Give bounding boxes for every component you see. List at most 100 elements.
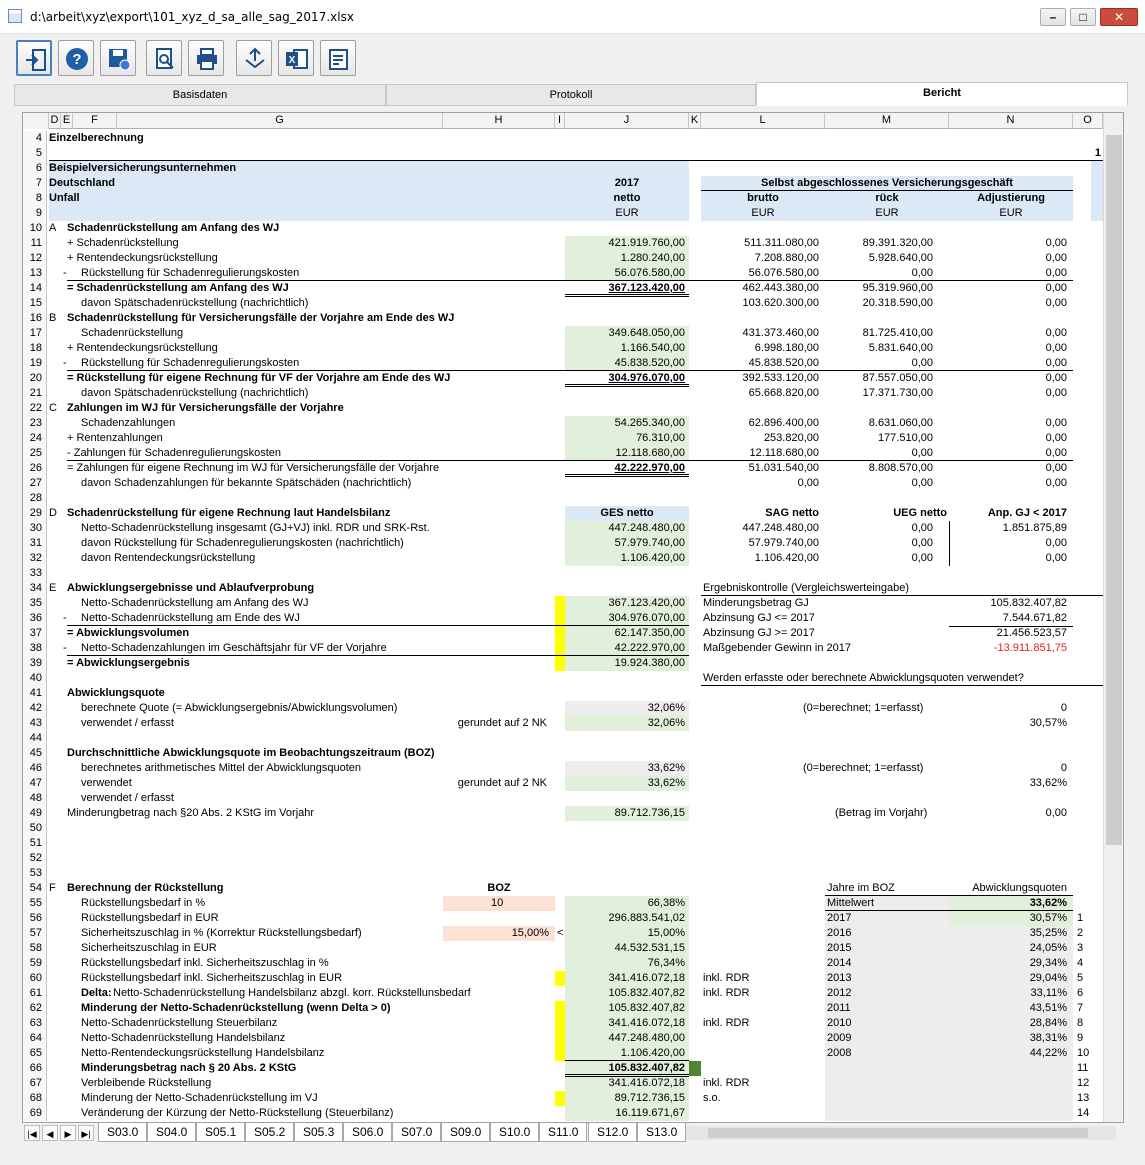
cell[interactable]: davon Spätschadenrückstellung (nachricht…: [81, 386, 551, 401]
cell[interactable]: 0,00: [949, 236, 1073, 251]
cell[interactable]: EUR: [701, 206, 825, 221]
cell[interactable]: Durchschnittliche Abwicklungsquote im Be…: [67, 746, 567, 761]
sheet-tab[interactable]: S06.0: [343, 1123, 393, 1142]
cell[interactable]: 447.248.480,00: [565, 521, 689, 536]
cell[interactable]: Netto-Schadenrückstellung Handelsbilanz: [81, 1031, 551, 1046]
report-button[interactable]: [320, 40, 356, 76]
cell[interactable]: davon Rückstellung für Schadenregulierun…: [81, 536, 551, 551]
cell[interactable]: 2009: [827, 1031, 947, 1046]
row-header[interactable]: 61: [23, 986, 47, 1001]
cell[interactable]: Schadenrückstellung: [81, 326, 551, 341]
cell[interactable]: 66,38%: [565, 896, 689, 911]
exit-button[interactable]: [16, 40, 52, 76]
cell[interactable]: 54.265.340,00: [565, 416, 689, 431]
cell[interactable]: Schadenrückstellung am Anfang des WJ: [67, 221, 567, 236]
cell[interactable]: -: [63, 356, 77, 371]
cell[interactable]: Minderung der Netto-Schadenrückstellung …: [81, 1001, 551, 1016]
cell[interactable]: 0,00: [949, 536, 1073, 551]
row-header[interactable]: 7: [23, 176, 47, 191]
row-header[interactable]: 18: [23, 341, 47, 356]
cell[interactable]: 57.979.740,00: [565, 536, 689, 551]
row-header[interactable]: 45: [23, 746, 47, 761]
row-header[interactable]: 13: [23, 266, 47, 281]
row-header[interactable]: 16: [23, 311, 47, 326]
maximize-button[interactable]: □: [1070, 8, 1096, 26]
row-header[interactable]: 23: [23, 416, 47, 431]
cell[interactable]: rück: [825, 191, 949, 206]
cell[interactable]: 7.208.880,00: [701, 251, 825, 266]
cell[interactable]: + Rentendeckungsrückstellung: [67, 251, 537, 266]
sheet-tab[interactable]: S03.0: [98, 1123, 148, 1142]
cell[interactable]: Minderungsbetrag nach § 20 Abs. 2 KStG: [81, 1061, 551, 1076]
cell[interactable]: 30,57%: [949, 911, 1073, 926]
cell[interactable]: Netto-Schadenrückstellung insgesamt (GJ+…: [81, 521, 551, 536]
row-header[interactable]: 36: [23, 611, 47, 626]
row-header[interactable]: 67: [23, 1076, 47, 1091]
cell[interactable]: (0=berechnet; 1=erfasst): [803, 701, 1003, 716]
row-header[interactable]: 46: [23, 761, 47, 776]
column-header[interactable]: H: [443, 113, 555, 129]
row-header[interactable]: 15: [23, 296, 47, 311]
cell[interactable]: - Zahlungen für Schadenregulierungskoste…: [67, 446, 537, 461]
cell[interactable]: 105.832.407,82: [565, 986, 689, 1001]
row-header[interactable]: 44: [23, 731, 47, 746]
cell[interactable]: 62.147.350,00: [565, 626, 689, 641]
cell[interactable]: 2011: [827, 1001, 947, 1016]
cell[interactable]: 2017: [827, 911, 947, 926]
cell[interactable]: 4: [1077, 956, 1097, 971]
column-header[interactable]: G: [117, 113, 443, 129]
cell[interactable]: -: [63, 641, 77, 656]
cell[interactable]: [949, 1106, 1073, 1121]
cell[interactable]: [949, 1061, 1073, 1076]
sheet-tab[interactable]: S11.0: [539, 1123, 588, 1142]
cell[interactable]: EUR: [825, 206, 949, 221]
cell-title[interactable]: Einzelberechnung: [49, 131, 349, 146]
cell[interactable]: 89.391.320,00: [825, 236, 949, 251]
cell[interactable]: s.o.: [703, 1091, 823, 1106]
row-header[interactable]: 33: [23, 566, 47, 581]
cell[interactable]: E: [49, 581, 61, 596]
row-header[interactable]: 41: [23, 686, 47, 701]
spreadsheet[interactable]: D E F G H I J K L M N O 4 5 6 7 8 9 10 11 12 13 14…: [22, 112, 1124, 1124]
cell[interactable]: [827, 1106, 947, 1121]
cell[interactable]: EUR: [949, 206, 1073, 221]
cell[interactable]: 447.248.480,00: [565, 1031, 689, 1046]
cell[interactable]: 1.106.420,00: [565, 551, 689, 566]
cell[interactable]: 1.106.420,00: [565, 1046, 689, 1061]
cell[interactable]: Rückstellungsbedarf inkl. Sicherheitszus…: [81, 956, 551, 971]
row-header[interactable]: 29: [23, 506, 47, 521]
cell[interactable]: Berechnung der Rückstellung: [67, 881, 467, 896]
cell[interactable]: 30,57%: [949, 716, 1073, 731]
cell[interactable]: 0,00: [949, 461, 1073, 476]
row-header[interactable]: 51: [23, 836, 47, 851]
cell[interactable]: 6: [1077, 986, 1097, 1001]
row-header[interactable]: 35: [23, 596, 47, 611]
cell[interactable]: EUR: [565, 206, 689, 221]
scroll-thumb[interactable]: [1106, 135, 1122, 845]
cell[interactable]: 2013: [827, 971, 947, 986]
cell[interactable]: 76.310,00: [565, 431, 689, 446]
cell[interactable]: 2017: [565, 176, 689, 191]
row-header[interactable]: 62: [23, 1001, 47, 1016]
help-button[interactable]: ?: [58, 40, 94, 76]
scroll-thumb[interactable]: [708, 1128, 1088, 1138]
cell[interactable]: Netto-Rentendeckungsrückstellung Handels…: [81, 1046, 551, 1061]
row-header[interactable]: 19: [23, 356, 47, 371]
cell[interactable]: Abwicklungsquote: [67, 686, 367, 701]
cell[interactable]: Ergebniskontrolle (Vergleichswerteingabe…: [703, 581, 1003, 596]
row-header[interactable]: 65: [23, 1046, 47, 1061]
cell[interactable]: Netto-Schadenzahlungen im Geschäftsjahr …: [81, 641, 551, 656]
row-header[interactable]: 48: [23, 791, 47, 806]
row-header[interactable]: 43: [23, 716, 47, 731]
cell[interactable]: 44.532.531,15: [565, 941, 689, 956]
row-header[interactable]: 52: [23, 851, 47, 866]
cell[interactable]: 16.119.671,67: [565, 1106, 689, 1121]
cell[interactable]: = Zahlungen für eigene Rechnung im WJ fü…: [67, 461, 537, 476]
cell[interactable]: 103.620.300,00: [701, 296, 825, 311]
row-header[interactable]: 25: [23, 446, 47, 461]
cell[interactable]: -: [63, 611, 77, 626]
cell[interactable]: Maßgebender Gewinn in 2017: [703, 641, 943, 656]
cell[interactable]: 45.838.520,00: [565, 356, 689, 371]
cell[interactable]: 0,00: [825, 446, 949, 461]
row-header[interactable]: 57: [23, 926, 47, 941]
